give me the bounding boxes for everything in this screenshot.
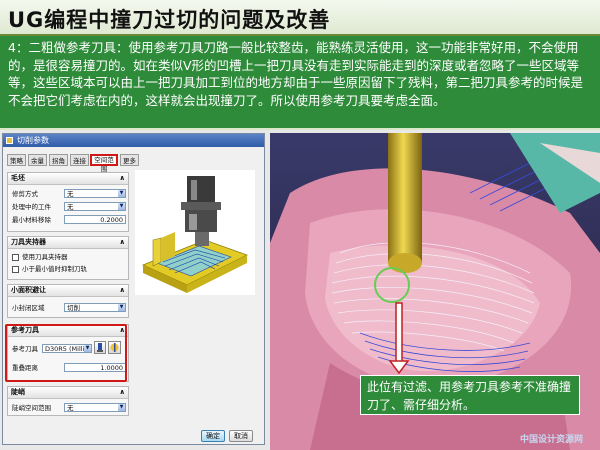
- tab-strategy[interactable]: 策略: [7, 154, 26, 166]
- collapse-icon[interactable]: ∧: [119, 387, 125, 398]
- small-area-label: 小封闭区域: [12, 304, 45, 312]
- blank-header[interactable]: 毛坯 ∧: [8, 173, 128, 185]
- blank-section: 毛坯 ∧ 修剪方式 无 ▼ 处理中的工件 无 ▼ 最小材料移除 0.2000: [7, 172, 129, 232]
- steep-label: 陡峭空间范围: [12, 404, 51, 412]
- tab-more[interactable]: 更多: [120, 154, 139, 166]
- holder-section: 刀具夹持器 ∧ 使用刀具夹持器 小于最小值时抑制刀轨: [7, 236, 129, 280]
- app-icon: [6, 137, 13, 144]
- chevron-down-icon: ▼: [118, 190, 125, 197]
- min-removal-label: 最小材料移除: [12, 216, 51, 224]
- chevron-down-icon: ▼: [118, 203, 125, 210]
- holder-header[interactable]: 刀具夹持器 ∧: [8, 237, 128, 249]
- collapse-icon[interactable]: ∧: [119, 285, 125, 296]
- watermark: 中国设计资源网: [520, 435, 584, 445]
- trim-select[interactable]: 无 ▼: [64, 189, 126, 198]
- tab-corners[interactable]: 拐角: [49, 154, 68, 166]
- intro-paragraph: 4：二粗做参考刀具：使用参考刀具刀路一般比较整齿，能熟练灵活使用，这一功能非常好…: [0, 36, 600, 128]
- steep-select[interactable]: 无 ▼: [64, 403, 126, 412]
- collapse-icon[interactable]: ∧: [119, 173, 125, 184]
- dialog-title: 切削参数: [17, 136, 49, 145]
- trim-label: 修剪方式: [12, 190, 38, 198]
- steep-header[interactable]: 陡峭 ∧: [8, 387, 128, 399]
- collapse-icon[interactable]: ∧: [119, 237, 125, 248]
- callout-note: 此位有过滤、用参考刀具参考不准确撞刀了、需仔细分析。: [360, 375, 580, 415]
- wip-label: 处理中的工件: [12, 203, 51, 211]
- steep-section: 陡峭 ∧ 陡峭空间范围 无 ▼: [7, 386, 129, 416]
- tab-connections[interactable]: 连接: [70, 154, 89, 166]
- use-holder-checkbox[interactable]: 使用刀具夹持器: [12, 253, 68, 262]
- chevron-down-icon: ▼: [118, 304, 125, 311]
- cut-parameters-dialog: 切削参数 策略 余量 拐角 连接 空间范围 更多 毛坯 ∧ 修剪方式 无 ▼ 处理中…: [2, 133, 265, 445]
- cancel-button[interactable]: 取消: [229, 430, 253, 442]
- dialog-titlebar[interactable]: 切削参数: [3, 134, 264, 147]
- chevron-down-icon: ▼: [118, 404, 125, 411]
- ok-button[interactable]: 确定: [201, 430, 225, 442]
- checkbox-icon: [12, 254, 19, 261]
- wip-select[interactable]: 无 ▼: [64, 202, 126, 211]
- min-removal-input[interactable]: 0.2000: [64, 215, 126, 224]
- tool-preview-image: [135, 170, 255, 295]
- ref-tool-highlight: [5, 324, 127, 382]
- slide-title: UG编程中撞刀过切的问题及改善: [8, 8, 331, 32]
- checkbox-icon: [12, 266, 19, 273]
- small-area-select[interactable]: 切削 ▼: [64, 303, 126, 312]
- small-area-section: 小面积避让 ∧ 小封闭区域 切削 ▼: [7, 284, 129, 318]
- tab-stock[interactable]: 余量: [28, 154, 47, 166]
- suppress-toolpath-checkbox[interactable]: 小于最小值时抑制刀轨: [12, 265, 87, 274]
- title-bar: UG编程中撞刀过切的问题及改善: [0, 0, 600, 36]
- small-area-header[interactable]: 小面积避让 ∧: [8, 285, 128, 297]
- tab-containment[interactable]: 空间范围: [90, 154, 118, 173]
